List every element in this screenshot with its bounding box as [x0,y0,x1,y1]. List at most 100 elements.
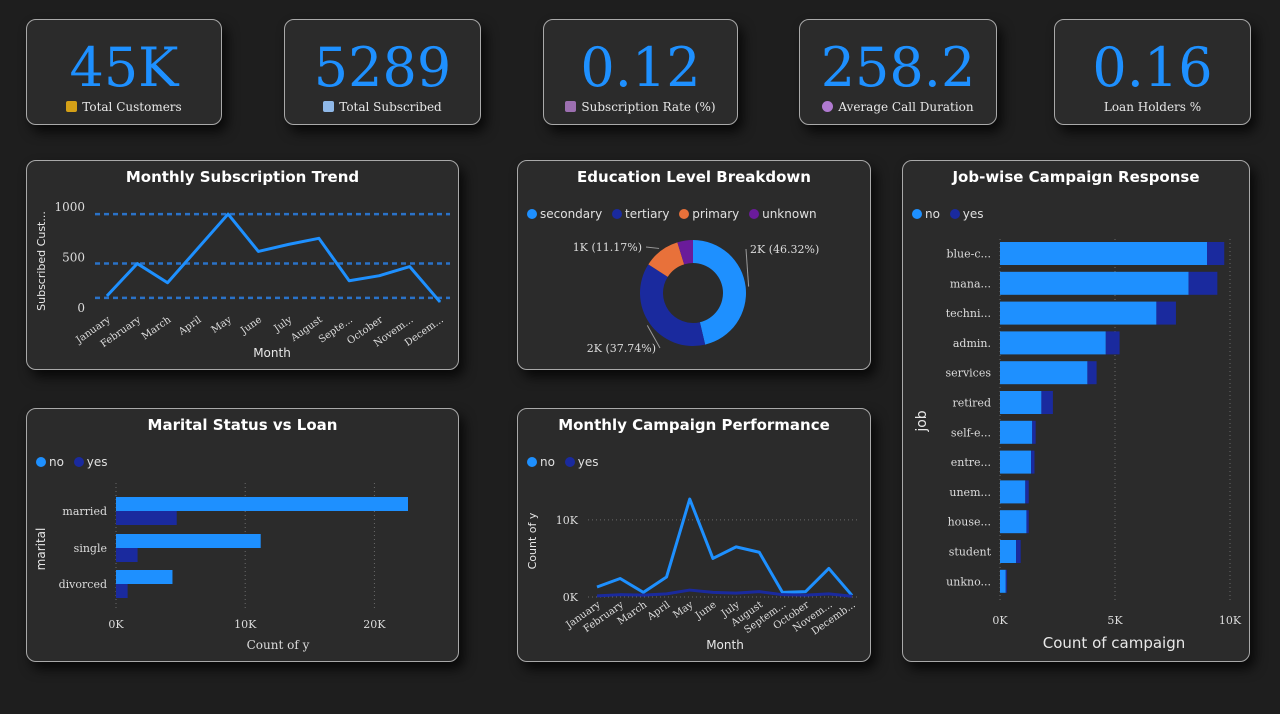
x-axis-title: Count of campaign [1043,634,1186,652]
kpi-label: Loan Holders % [1103,100,1202,114]
timer-icon [822,101,834,112]
x-tick-label: July [271,314,294,335]
bar-no [1000,271,1189,295]
x-tick-label: 10K [234,618,257,631]
bar-yes [116,548,138,562]
kpi-value: 0.16 [1092,36,1213,99]
y-tick-label: student [949,546,992,559]
bar-yes [1188,271,1218,295]
bar-no [1000,361,1088,385]
series-line [105,212,442,303]
bar-no [1000,242,1207,265]
kpi-value: 258.2 [820,36,976,99]
job-response-card[interactable]: Job-wise Campaign Response no yes blue-c… [902,160,1250,662]
kpi-card-loan-holders: 0.16 Loan Holders % [1054,19,1251,125]
bar-yes [1005,569,1007,593]
data-point [136,263,138,265]
kpi-label: Total Subscribed [339,100,442,114]
y-axis-title: Count of y [526,512,539,569]
bar-no [1000,480,1026,504]
job-response-chart[interactable]: blue-c... mana... techni... admin. services r… [903,161,1251,663]
y-tick-label: 0K [563,591,579,604]
y-tick-label: single [74,542,107,555]
data-point [348,280,350,282]
data-point [197,247,199,249]
bar-yes [1032,420,1036,444]
subscription-trend-chart[interactable]: 05001000JanuaryFebruaryMarch April May June… [27,161,460,371]
marital-loan-chart[interactable]: married single divorced 0K 10K 20K Count of y m… [27,409,460,663]
campaign-performance-card[interactable]: Monthly Campaign Performance no yes 0K 10… [517,408,871,662]
person-icon [66,101,78,112]
bar-no [1000,510,1027,534]
y-tick-label: 1000 [54,200,85,214]
y-axis-title: Subscribed Cust... [35,211,48,311]
bar-no [1000,301,1157,325]
bar-no [1000,569,1006,593]
x-axis-title: Month [253,346,291,360]
y-tick-label: techni... [946,307,991,320]
bar-yes [1105,331,1120,355]
y-tick-label: divorced [59,578,107,591]
kpi-card-subscribed: 5289 Total Subscribed [284,19,481,125]
data-point [167,282,169,284]
y-tick-label: retired [952,397,991,410]
data-point [378,275,380,277]
data-label: 1K (11.17%) [573,241,642,254]
data-point [288,243,290,245]
x-axis-title: Month [706,638,744,652]
y-tick-label: married [62,505,107,518]
data-point [257,250,259,252]
kpi-card-customers: 45K Total Customers [26,19,222,125]
y-tick-label: self-e... [951,426,991,439]
y-tick-label: admin. [953,337,991,350]
bar-yes [1156,301,1176,325]
y-tick-label: blue-c... [946,248,991,261]
data-point [227,213,229,215]
kpi-value: 45K [69,36,179,99]
kpi-label: Subscription Rate (%) [581,100,716,114]
campaign-performance-chart[interactable]: 0K10KJanuaryFebruaryMarchAprilMayJune Jul… [518,409,872,663]
bar-yes [116,584,128,598]
kpi-label: Average Call Duration [838,100,974,114]
education-donut-chart[interactable]: 2K (46.32%) 2K (37.74%) 1K (11.17%) [518,161,872,371]
y-tick-label: entre... [951,456,991,469]
x-tick-label: 5K [1107,614,1123,627]
x-tick-label: 10K [1219,614,1242,627]
data-point [409,266,411,268]
bar-no [116,570,173,584]
bar-no [1000,331,1106,355]
x-tick-label: May [210,314,234,336]
data-label: 2K (46.32%) [750,243,819,256]
education-card[interactable]: Education Level Breakdown secondary tert… [517,160,871,370]
data-point [439,301,441,303]
kpi-label: Total Customers [82,100,182,114]
data-label: 2K (37.74%) [587,342,656,355]
kpi-card-subscription-rate: 0.12 Subscription Rate (%) [543,19,738,125]
y-tick-label: unem... [949,486,991,499]
bar-yes [1087,361,1097,385]
x-tick-label: June [693,599,719,622]
bar-no [116,534,261,548]
bar-yes [1041,391,1053,414]
y-axis-title: job [914,410,930,432]
y-tick-label: services [946,367,992,380]
leader-line [645,246,660,249]
bar-no [1000,391,1042,414]
y-tick-label: 10K [556,514,579,527]
x-axis-title: Count of y [247,638,310,652]
bar-no [1000,420,1033,444]
y-tick-label: 0 [77,301,85,315]
kpi-value: 5289 [313,36,452,99]
data-point [318,237,320,239]
bar-no [1000,540,1017,563]
x-tick-label: 20K [363,618,386,631]
subscription-trend-card[interactable]: Monthly Subscription Trend 0 500 1000 Janua… [26,160,459,370]
x-tick-label: May [671,599,695,621]
bar-no [1000,450,1032,474]
kpi-card-call-duration: 258.2 Average Call Duration [799,19,997,125]
bar-yes [1016,540,1021,563]
leader-line [745,248,750,287]
series-line-no [596,497,854,597]
marital-loan-card[interactable]: Marital Status vs Loan no yes married sin… [26,408,459,662]
kpi-value: 0.12 [580,36,701,99]
